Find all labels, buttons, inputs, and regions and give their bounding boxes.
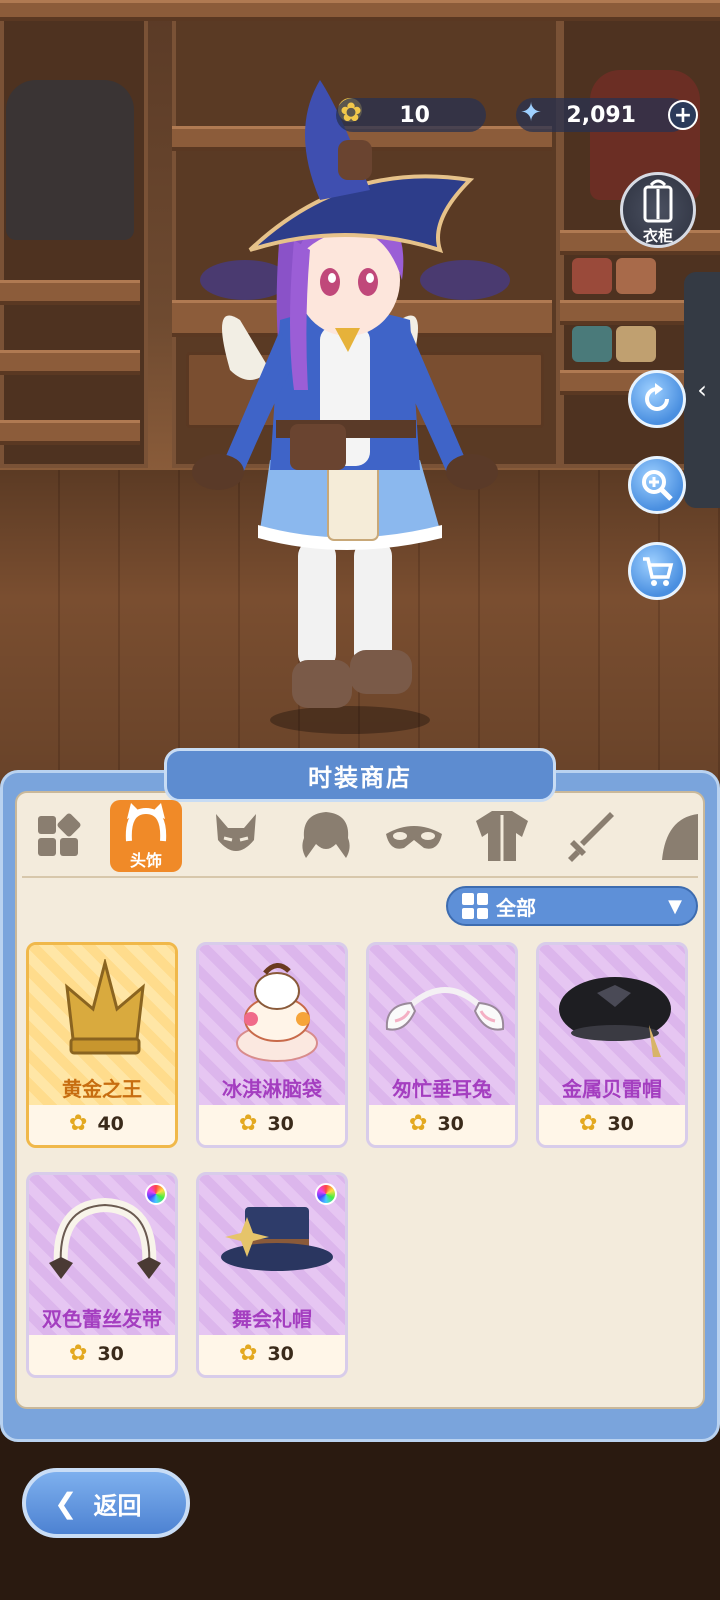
item-name: 双色蕾丝发带: [42, 1307, 162, 1331]
bunny-ears-icon: [385, 987, 505, 1031]
wardrobe-button[interactable]: 衣柜: [620, 172, 696, 248]
item-price: ✿ 30: [239, 1341, 294, 1366]
item-card[interactable]: 金属贝雷帽 ✿ 30: [536, 942, 688, 1148]
shop-title: 时装商店: [164, 748, 556, 802]
lace-headband-icon: [49, 1197, 161, 1279]
filter-dropdown[interactable]: 全部 ▼: [446, 886, 698, 926]
item-price-value: 30: [267, 1112, 294, 1135]
filter-grid-icon: [462, 893, 488, 919]
rotate-icon: [645, 383, 669, 411]
tab-headwear[interactable]: 头饰: [110, 800, 182, 872]
star-currency-icon: ✿: [579, 1111, 598, 1136]
item-price-value: 30: [437, 1112, 464, 1135]
item-price: ✿ 40: [69, 1111, 124, 1136]
fox-mask-icon: [216, 814, 256, 851]
item-name: 黄金之王: [62, 1077, 142, 1101]
back-button[interactable]: ❮ 返回: [22, 1468, 190, 1538]
item-price-value: 30: [607, 1112, 634, 1135]
item-card[interactable]: 匆忙垂耳兔 ✿ 30: [366, 942, 518, 1148]
sword-icon: [568, 812, 614, 862]
cape-icon: [662, 814, 698, 860]
chevron-down-icon: ▼: [668, 896, 682, 917]
tab-face[interactable]: [200, 800, 272, 872]
item-name: 舞会礼帽: [232, 1307, 312, 1331]
cart-icon: [643, 557, 674, 586]
zoom-button[interactable]: [628, 456, 686, 514]
item-price: ✿ 30: [579, 1111, 634, 1136]
character-model: [192, 80, 498, 734]
top-hat-icon: [221, 1207, 333, 1271]
side-panel-toggle[interactable]: ‹: [684, 272, 720, 508]
item-card[interactable]: 冰淇淋脑袋 ✿ 30: [196, 942, 348, 1148]
chevron-left-icon: ‹: [697, 376, 707, 404]
item-card[interactable]: 黄金之王 ✿ 40: [26, 942, 178, 1148]
crystal-currency-icon: ✦: [520, 98, 542, 128]
shelf-board: [0, 280, 140, 305]
add-crystal-button[interactable]: +: [668, 100, 698, 130]
star-currency-icon: ✿: [69, 1341, 88, 1366]
gold-crown-icon: [65, 959, 145, 1055]
tab-top[interactable]: [466, 800, 538, 872]
item-card[interactable]: 双色蕾丝发带 ✿ 30: [26, 1172, 178, 1378]
top-shelf-board: [0, 0, 720, 21]
beret-icon: [559, 977, 671, 1057]
item-name: 冰淇淋脑袋: [222, 1077, 322, 1101]
item-price: ✿ 30: [409, 1111, 464, 1136]
star-currency-amount: 10: [399, 102, 430, 128]
hanging-coat: [6, 80, 134, 240]
cart-button[interactable]: [628, 542, 686, 600]
crystal-currency-amount: 2,091: [566, 102, 636, 128]
item-card[interactable]: 舞会礼帽 ✿ 30: [196, 1172, 348, 1378]
wardrobe-icon: [643, 179, 673, 223]
shelf-board: [0, 350, 140, 375]
tab-eyewear[interactable]: [378, 800, 450, 872]
filter-label: 全部: [496, 895, 536, 920]
zoom-in-icon: [642, 470, 673, 501]
dye-color-icon: [315, 1183, 337, 1205]
star-currency-icon: ✿: [239, 1341, 258, 1366]
tab-headwear-label: 头饰: [129, 851, 162, 870]
rotate-button[interactable]: [628, 370, 686, 428]
item-price-value: 30: [267, 1342, 294, 1365]
tab-divider: [22, 876, 698, 878]
item-name: 匆忙垂耳兔: [392, 1077, 492, 1101]
item-price: ✿ 30: [69, 1341, 124, 1366]
star-currency-icon: ✿: [239, 1111, 258, 1136]
star-currency-icon: ✿: [69, 1111, 88, 1136]
folded-clothes: [616, 326, 656, 362]
cat-ears-headband-icon: [125, 803, 167, 842]
folded-clothes: [572, 326, 612, 362]
item-price-value: 40: [97, 1112, 124, 1135]
tab-weapon[interactable]: [554, 800, 626, 872]
mask-icon: [386, 826, 442, 849]
star-currency-icon: ✿: [340, 98, 362, 128]
hair-icon: [302, 812, 350, 858]
tab-hair[interactable]: [290, 800, 362, 872]
ice-cream-icon: [236, 963, 318, 1062]
item-name: 金属贝雷帽: [562, 1077, 662, 1101]
folded-clothes: [616, 258, 656, 294]
jacket-icon: [476, 811, 528, 861]
tab-all-categories[interactable]: [22, 800, 94, 872]
item-price-value: 30: [97, 1342, 124, 1365]
tab-more[interactable]: [642, 800, 698, 872]
shelf-board: [0, 420, 140, 445]
star-currency-icon: ✿: [409, 1111, 428, 1136]
wardrobe-label: 衣柜: [642, 227, 673, 245]
back-label: 返回: [93, 1491, 142, 1520]
category-grid-icon: [38, 813, 81, 856]
back-arrow-icon: ❮: [54, 1486, 78, 1520]
folded-clothes: [572, 258, 612, 294]
item-price: ✿ 30: [239, 1111, 294, 1136]
